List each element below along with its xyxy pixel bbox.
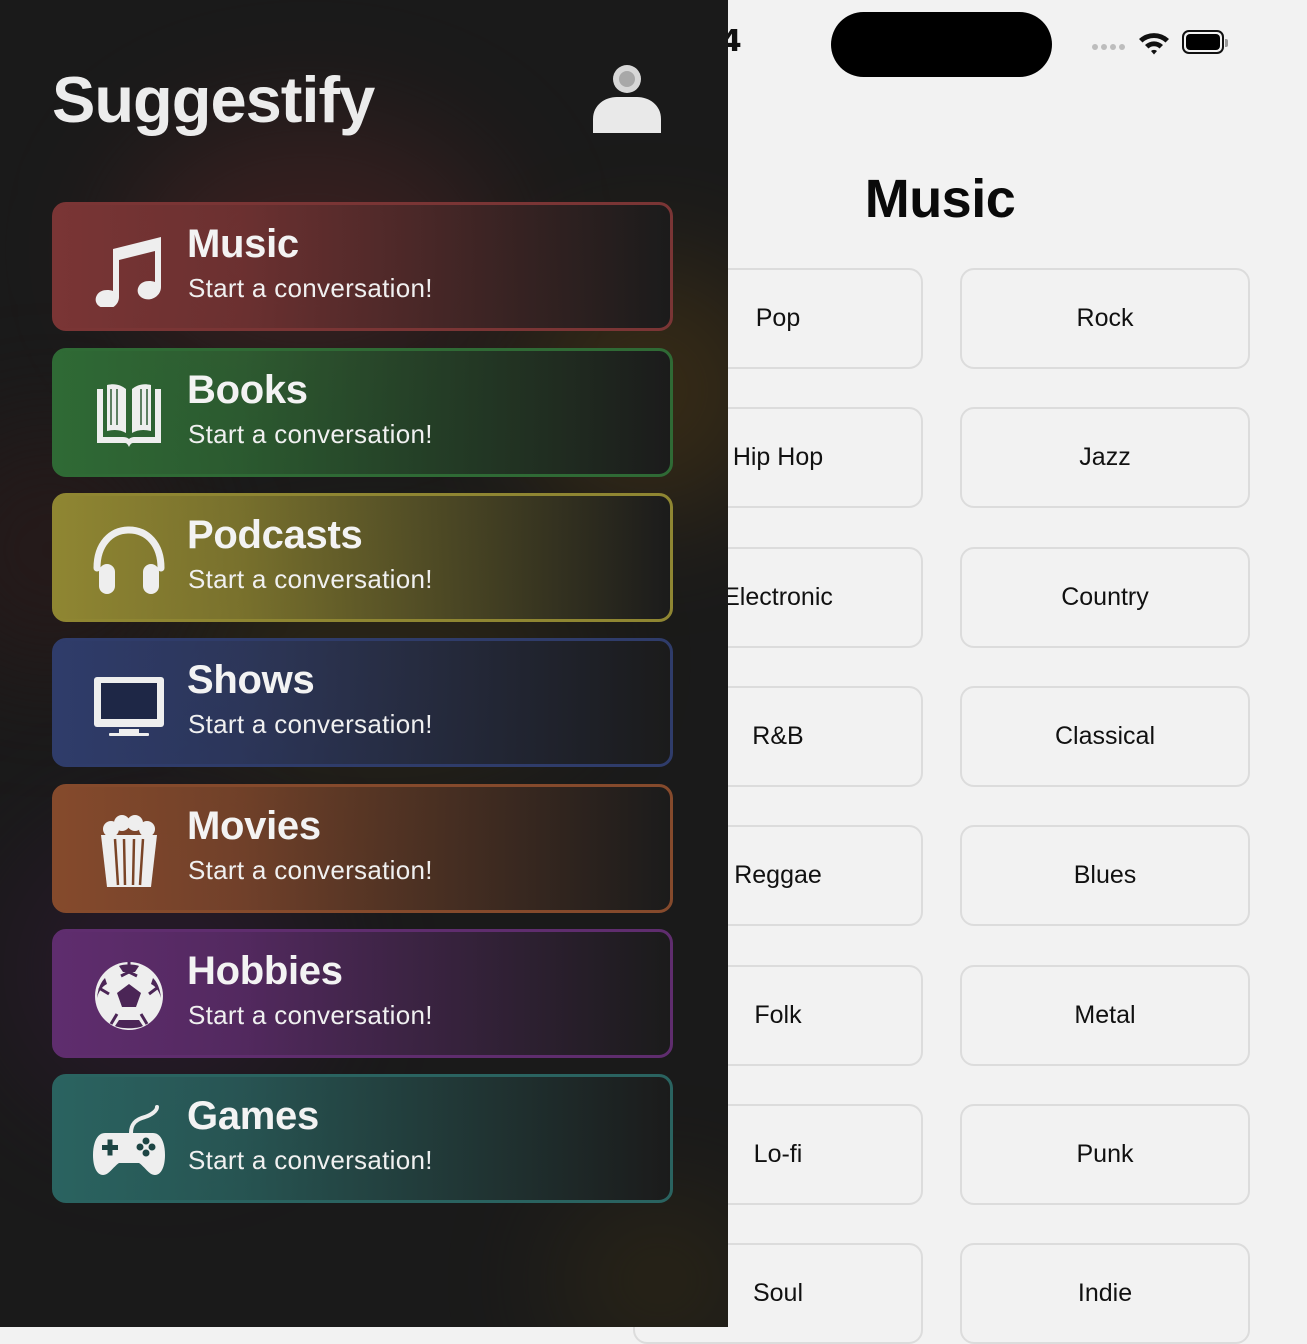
- headphones-icon: [91, 522, 167, 598]
- category-title: Books: [187, 368, 308, 412]
- popcorn-icon: [91, 813, 167, 889]
- category-title: Music: [187, 222, 299, 266]
- cellular-signal-icon: [1092, 44, 1125, 50]
- category-subtitle: Start a conversation!: [188, 419, 433, 449]
- category-card-movies[interactable]: Movies Start a conversation!: [52, 784, 673, 913]
- category-card-books[interactable]: Books Start a conversation!: [52, 348, 673, 477]
- category-subtitle: Start a conversation!: [188, 709, 433, 739]
- category-title: Games: [187, 1094, 319, 1138]
- genre-button[interactable]: Indie: [960, 1243, 1250, 1344]
- genre-button[interactable]: Country: [960, 547, 1250, 648]
- category-title: Podcasts: [187, 513, 363, 557]
- genre-button[interactable]: Classical: [960, 686, 1250, 787]
- category-title: Shows: [187, 658, 315, 702]
- category-title: Hobbies: [187, 949, 343, 993]
- category-subtitle: Start a conversation!: [188, 855, 433, 885]
- category-subtitle: Start a conversation!: [188, 1000, 433, 1030]
- genre-button[interactable]: Blues: [960, 825, 1250, 926]
- wifi-icon: [1139, 33, 1169, 55]
- category-card-music[interactable]: Music Start a conversation!: [52, 202, 673, 331]
- side-menu: Suggestify Music Start a conversation! B…: [0, 0, 728, 1327]
- screen-title: Music: [864, 169, 1016, 229]
- genre-button[interactable]: Punk: [960, 1104, 1250, 1205]
- gamepad-icon: [91, 1103, 167, 1179]
- music-note-icon: [91, 231, 167, 307]
- category-subtitle: Start a conversation!: [188, 1145, 433, 1175]
- category-card-podcasts[interactable]: Podcasts Start a conversation!: [52, 493, 673, 622]
- genre-button[interactable]: Rock: [960, 268, 1250, 369]
- app-title: Suggestify: [52, 63, 375, 136]
- category-card-hobbies[interactable]: Hobbies Start a conversation!: [52, 929, 673, 1058]
- category-title: Movies: [187, 804, 321, 848]
- tv-icon: [91, 667, 167, 743]
- battery-icon: [1182, 30, 1228, 54]
- category-subtitle: Start a conversation!: [188, 273, 433, 303]
- genre-button[interactable]: Jazz: [960, 407, 1250, 508]
- soccer-ball-icon: [91, 958, 167, 1034]
- genre-button[interactable]: Metal: [960, 965, 1250, 1066]
- book-icon: [91, 377, 167, 453]
- person-icon[interactable]: [590, 63, 664, 135]
- category-card-games[interactable]: Games Start a conversation!: [52, 1074, 673, 1203]
- category-subtitle: Start a conversation!: [188, 564, 433, 594]
- category-card-shows[interactable]: Shows Start a conversation!: [52, 638, 673, 767]
- dynamic-island: [831, 12, 1052, 77]
